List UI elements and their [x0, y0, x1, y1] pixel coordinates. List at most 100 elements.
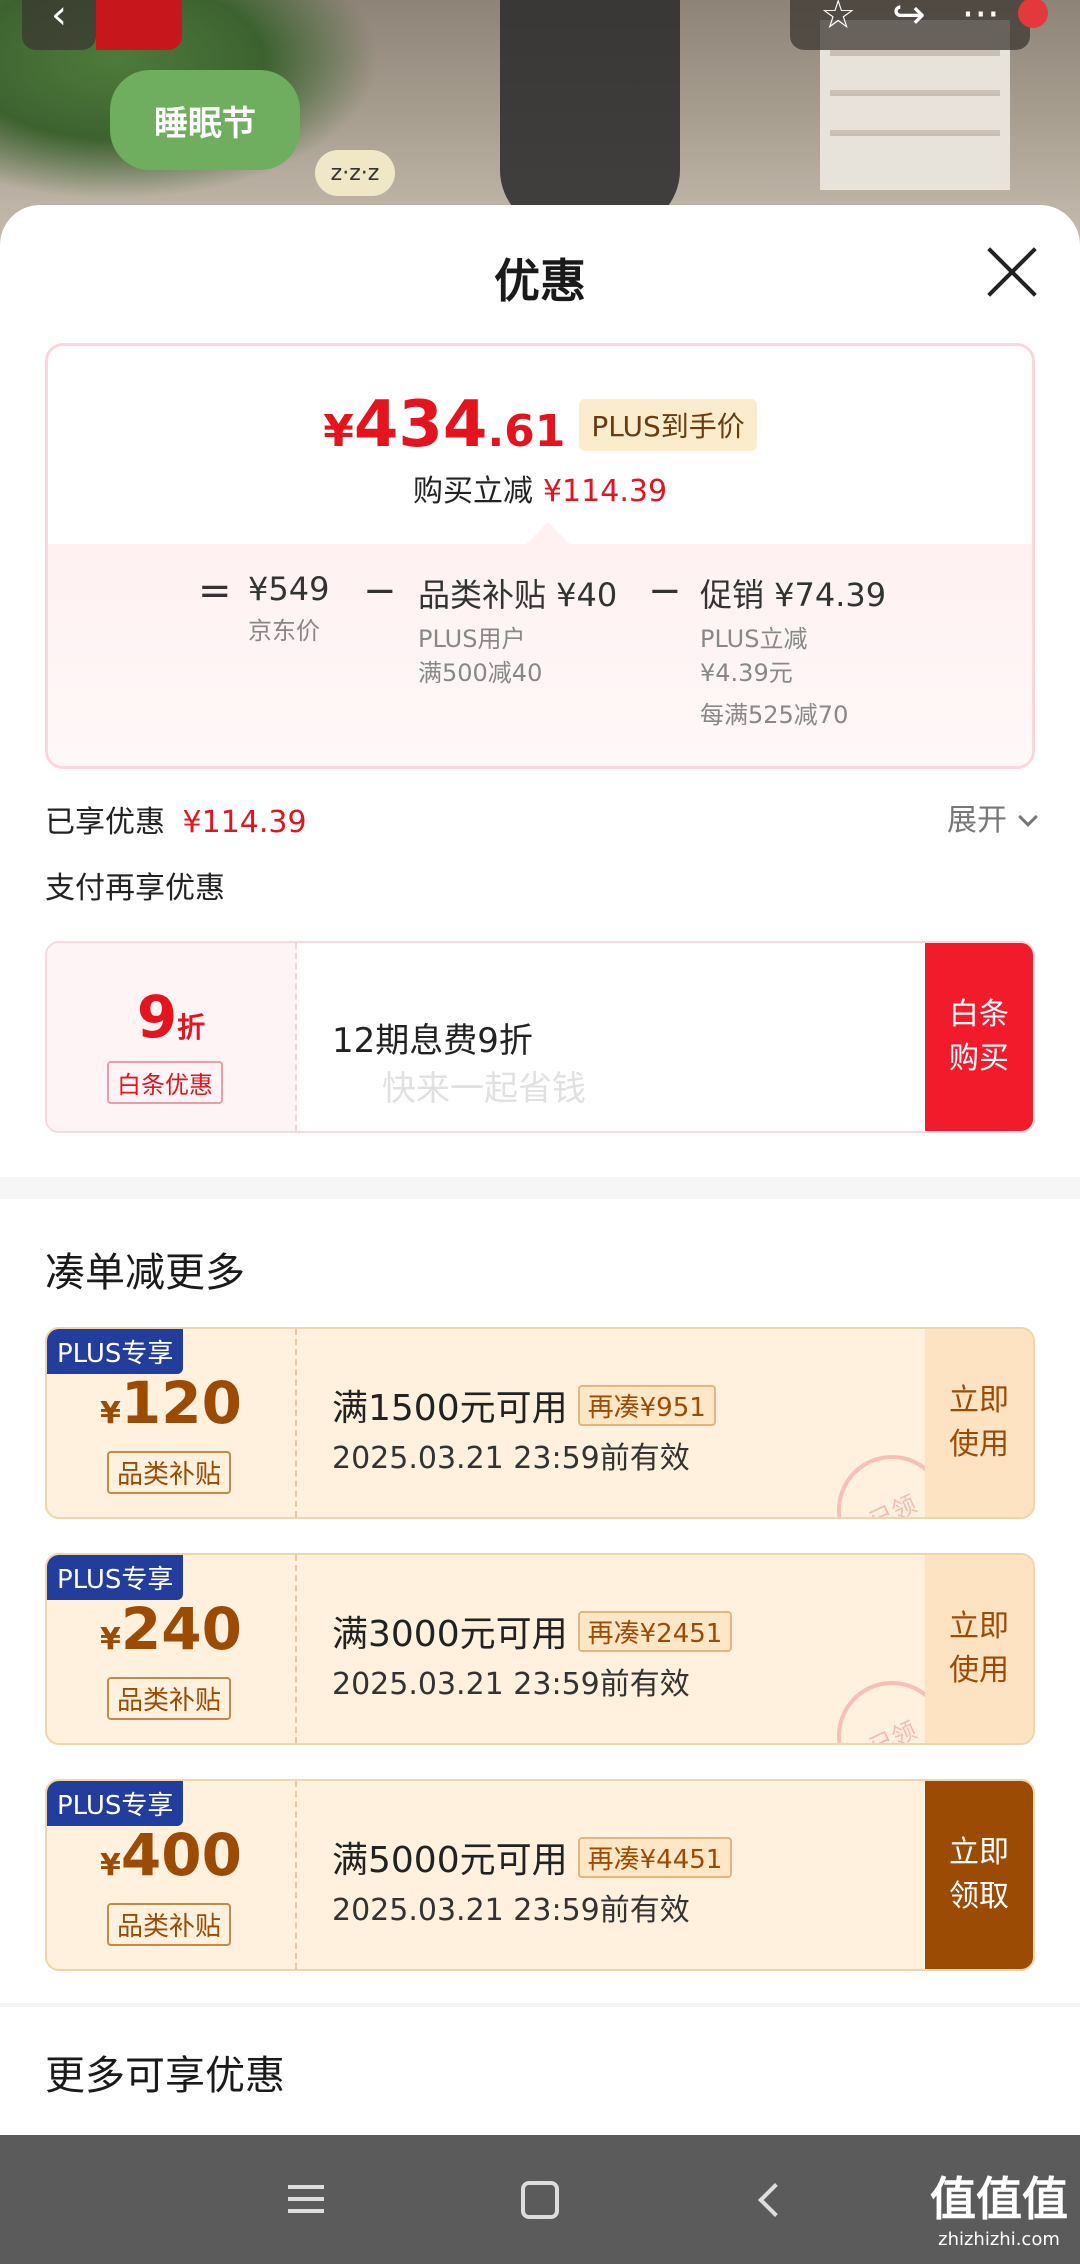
promo-item: 促销 ¥74.39 PLUS立减 ¥4.39元 每满525减70: [700, 570, 886, 732]
coupon-currency: ¥: [100, 1622, 121, 1657]
menu-icon[interactable]: [280, 2135, 350, 2264]
use-now-label: 立即使用: [949, 1383, 1009, 1462]
plus-exclusive-tag: PLUS专享: [47, 1555, 184, 1600]
minus-sign: −: [363, 568, 397, 614]
coupon-condition: 满1500元可用: [332, 1388, 568, 1429]
coupon-category-tag: 品类补贴: [107, 1451, 232, 1494]
discount-unit: 折: [177, 1011, 206, 1044]
minus-sign: −: [648, 568, 682, 614]
baitiao-discount: 9折: [47, 983, 295, 1051]
jd-price: ¥549: [248, 570, 330, 608]
coupon-currency: ¥: [100, 1396, 121, 1431]
use-now-button[interactable]: 立即使用: [925, 1555, 1033, 1743]
watermark-url: zhizhizhi.com: [938, 2229, 1060, 2250]
coupon-validity: 2025.03.21 23:59前有效: [332, 1893, 690, 1928]
coupon-condition: 满5000元可用: [332, 1840, 568, 1881]
coupon-card: PLUS专享 ¥120 品类补贴 满1500元可用 再凑¥951 2025.03…: [45, 1327, 1035, 1519]
coupon-condition: 满3000元可用: [332, 1614, 568, 1655]
coupon-amount-panel: PLUS专享 ¥400 品类补贴: [47, 1781, 297, 1969]
coupon-category-tag: 品类补贴: [107, 1903, 232, 1946]
baitiao-buy-label: 白条购买: [949, 997, 1009, 1076]
coupon-card: PLUS专享 ¥240 品类补贴 满3000元可用 再凑¥2451 2025.0…: [45, 1553, 1035, 1745]
close-icon[interactable]: [984, 245, 1038, 299]
promo-amount: 促销 ¥74.39: [700, 576, 887, 614]
subsidy-amount: 品类补贴 ¥40: [418, 576, 618, 614]
extra-section-title: 更多可享优惠: [45, 2053, 285, 2099]
home-icon[interactable]: [512, 2135, 568, 2264]
coupon-value: 400: [120, 1821, 242, 1889]
star-icon[interactable]: ☆: [820, 0, 856, 38]
cut-amount: ¥114.39: [542, 474, 668, 509]
coupon-condition-row: 满1500元可用 再凑¥951: [332, 1379, 716, 1431]
claim-now-button[interactable]: 立即领取: [925, 1781, 1033, 1969]
promo-banner-button[interactable]: [96, 0, 182, 50]
chair-image: [500, 0, 680, 230]
coupon-amount-panel: PLUS专享 ¥120 品类补贴: [47, 1329, 297, 1517]
coupon-more-needed: 再凑¥4451: [577, 1836, 733, 1878]
plus-price-tag: PLUS到手价: [579, 399, 757, 451]
expand-button[interactable]: 展开: [947, 795, 1038, 839]
more-icon[interactable]: ···: [962, 0, 1000, 38]
coupon-condition-row: 满3000元可用 再凑¥2451: [332, 1605, 733, 1657]
top-action-bar: ☆ ↪ ···: [790, 0, 1048, 50]
chevron-left-icon: ‹: [51, 0, 67, 38]
sheet-title: 优惠: [494, 254, 586, 308]
use-now-button[interactable]: 立即使用: [925, 1329, 1033, 1517]
coupon-amount-panel: PLUS专享 ¥240 品类补贴: [47, 1555, 297, 1743]
cut-label: 购买立减: [412, 474, 533, 509]
section-divider: [0, 2003, 1080, 2007]
coupon-amount: ¥120: [47, 1369, 295, 1437]
coupon-currency: ¥: [100, 1848, 121, 1883]
back-button[interactable]: ‹: [22, 0, 96, 50]
coupon-validity: 2025.03.21 23:59前有效: [332, 1667, 690, 1702]
coupon-amount: ¥240: [47, 1595, 295, 1663]
coupon-card: PLUS专享 ¥400 品类补贴 满5000元可用 再凑¥4451 2025.0…: [45, 1779, 1035, 1971]
coupon-condition-row: 满5000元可用 再凑¥4451: [332, 1831, 733, 1883]
more-section-title: 凑单减更多: [45, 1250, 245, 1296]
enjoyed-discount-row: 已享优惠 ¥114.39: [45, 797, 307, 841]
baitiao-card: 9折 白条优惠 12期息费9折 快来一起省钱 白条购买: [45, 941, 1035, 1133]
coupon-more-needed: 再凑¥2451: [577, 1610, 733, 1652]
baitiao-discount-panel: 9折 白条优惠: [47, 943, 297, 1131]
jd-price-label: 京东价: [248, 617, 320, 645]
coupon-validity: 2025.03.21 23:59前有效: [332, 1441, 690, 1476]
subsidy-line1: PLUS用户: [418, 625, 526, 653]
section-divider: [0, 1177, 1080, 1199]
site-watermark: 值值值 zhizhizhi.com: [930, 2163, 1068, 2250]
price-decimal: .61: [487, 406, 566, 457]
watermark-text: 快来一起省钱: [382, 1069, 586, 1109]
price-integer: 434: [353, 388, 488, 462]
coupon-value: 120: [120, 1369, 242, 1437]
jd-price-item: ¥549 京东价: [248, 570, 329, 648]
expand-label: 展开: [947, 803, 1007, 838]
enjoyed-amount: ¥114.39: [182, 805, 307, 840]
use-now-label: 立即使用: [949, 1609, 1009, 1688]
zzz-bubble: z·z·z: [315, 150, 395, 196]
subsidy-line2: 满500减40: [418, 659, 543, 687]
coupon-amount: ¥400: [47, 1821, 295, 1889]
purchase-cut-row: 购买立减 ¥114.39: [48, 466, 1032, 510]
baitiao-tag: 白条优惠: [107, 1061, 223, 1104]
price-summary-card: ¥434.61 PLUS到手价 购买立减 ¥114.39 = ¥549 京东价 −…: [45, 343, 1035, 769]
watermark-logo: 值值值: [930, 2172, 1068, 2226]
final-price: ¥434.61: [323, 388, 565, 462]
discount-number: 9: [136, 983, 178, 1051]
final-price-row: ¥434.61 PLUS到手价: [48, 388, 1032, 462]
promo-line3: 每满525减70: [700, 701, 849, 729]
coupon-value: 240: [120, 1595, 242, 1663]
subsidy-item: 品类补贴 ¥40 PLUS用户 满500减40: [418, 570, 617, 690]
plus-exclusive-tag: PLUS专享: [47, 1329, 184, 1374]
coupon-more-needed: 再凑¥951: [577, 1384, 716, 1426]
discount-sheet: 优惠 ¥434.61 PLUS到手价 购买立减 ¥114.39 = ¥549 京东…: [0, 205, 1080, 2135]
system-nav-bar: 值值值 zhizhizhi.com: [0, 2135, 1080, 2264]
sleep-festival-badge: 睡眠节: [110, 70, 300, 170]
pay-discount-label: 支付再享优惠: [45, 871, 225, 906]
chevron-down-icon: [1018, 807, 1038, 827]
baitiao-offer-text: 12期息费9折: [332, 1021, 533, 1061]
enjoyed-label: 已享优惠: [45, 805, 165, 840]
coupon-category-tag: 品类补贴: [107, 1677, 232, 1720]
share-icon[interactable]: ↪: [892, 0, 926, 38]
price-currency: ¥: [323, 406, 354, 457]
back-icon[interactable]: [750, 2135, 800, 2264]
baitiao-buy-button[interactable]: 白条购买: [925, 943, 1033, 1131]
